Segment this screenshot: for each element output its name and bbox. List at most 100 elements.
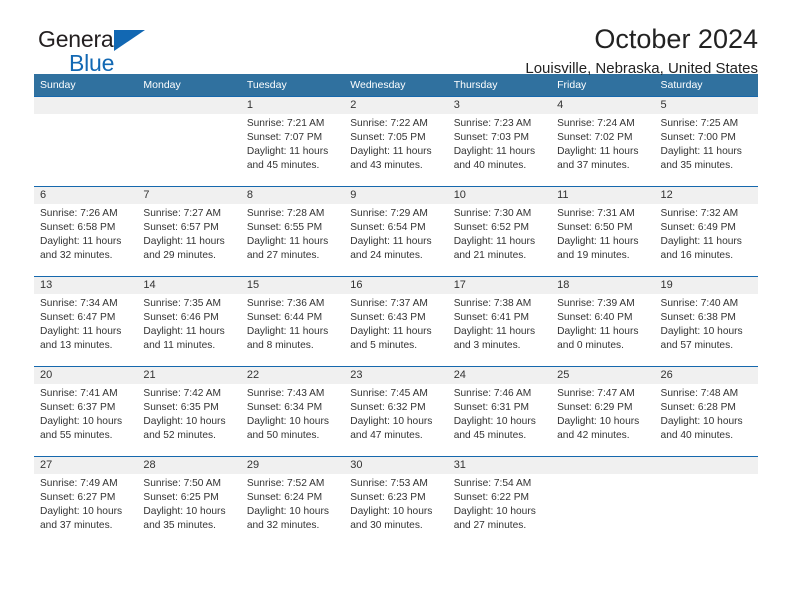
sunrise-text: Sunrise: 7:42 AM [143, 388, 222, 399]
day-details: Sunrise: 7:48 AM Sunset: 6:28 PM Daylight:… [655, 384, 758, 443]
sunrise-text: Sunrise: 7:43 AM [246, 388, 325, 399]
calendar-day-cell[interactable]: 12 Sunrise: 7:32 AM Sunset: 6:49 PM Dayligh… [654, 186, 758, 277]
calendar-day-cell[interactable]: 21 Sunrise: 7:42 AM Sunset: 6:35 PM Dayligh… [137, 366, 241, 457]
calendar-day-cell[interactable]: 31 Sunrise: 7:54 AM Sunset: 6:22 PM Dayligh… [447, 456, 552, 546]
day-details: Sunrise: 7:24 AM Sunset: 7:02 PM Daylight:… [551, 114, 654, 173]
calendar-day-cell[interactable]: 5 Sunrise: 7:25 AM Sunset: 7:00 PM Daylight… [654, 96, 758, 187]
sunset-text: Sunset: 7:00 PM [660, 132, 736, 144]
sunset-text: Sunset: 6:31 PM [453, 402, 530, 414]
calendar-day-cell[interactable]: 19 Sunrise: 7:40 AM Sunset: 6:38 PM Dayligh… [654, 276, 758, 367]
day-details: Sunrise: 7:39 AM Sunset: 6:40 PM Daylight:… [551, 294, 654, 353]
calendar-day-cell[interactable]: 11 Sunrise: 7:31 AM Sunset: 6:50 PM Dayligh… [551, 186, 655, 277]
sunrise-text: Sunrise: 7:46 AM [453, 388, 532, 399]
daylight-text-line1: Daylight: 11 hours [143, 326, 225, 338]
sunset-text: Sunset: 7:07 PM [246, 132, 323, 144]
weekday-header-row: Sunday Monday Tuesday Wednesday Thursday Frid… [34, 74, 758, 97]
calendar-day-cell[interactable]: 18 Sunrise: 7:39 AM Sunset: 6:40 PM Dayligh… [551, 276, 655, 367]
daylight-text-line2: and 24 minutes. [350, 250, 423, 262]
day-number: 3 [447, 97, 552, 114]
sunrise-text: Sunrise: 7:39 AM [557, 298, 635, 309]
daylight-text-line2: and 37 minutes. [40, 520, 113, 532]
daylight-text-line1: Daylight: 10 hours [557, 416, 640, 428]
sunset-text: Sunset: 6:43 PM [350, 312, 426, 324]
daylight-text-line1: Daylight: 10 hours [350, 416, 433, 428]
day-details: Sunrise: 7:50 AM Sunset: 6:25 PM Daylight:… [137, 474, 240, 533]
calendar-day-cell[interactable]: 26 Sunrise: 7:48 AM Sunset: 6:28 PM Dayligh… [654, 366, 758, 457]
calendar-day-cell[interactable]: 20 Sunrise: 7:41 AM Sunset: 6:37 PM Dayligh… [34, 366, 138, 457]
day-number: 19 [654, 277, 758, 294]
calendar-day-cell[interactable]: 23 Sunrise: 7:45 AM Sunset: 6:32 PM Dayligh… [344, 366, 448, 457]
calendar-day-cell[interactable]: 27 Sunrise: 7:49 AM Sunset: 6:27 PM Dayligh… [34, 456, 138, 546]
daylight-text-line2: and 43 minutes. [350, 160, 423, 172]
day-details: Sunrise: 7:42 AM Sunset: 6:35 PM Daylight:… [137, 384, 240, 443]
sunrise-text: Sunrise: 7:34 AM [40, 298, 118, 309]
calendar-day-cell[interactable]: 17 Sunrise: 7:38 AM Sunset: 6:41 PM Dayligh… [447, 276, 552, 367]
daylight-text-line2: and 0 minutes. [557, 340, 624, 352]
calendar-day-cell[interactable]: 22 Sunrise: 7:43 AM Sunset: 6:34 PM Dayligh… [240, 366, 345, 457]
day-number: 8 [240, 187, 345, 204]
calendar-grid: Sunday Monday Tuesday Wednesday Thursday Frid… [34, 74, 758, 546]
day-number: 21 [137, 367, 241, 384]
calendar-day-cell[interactable]: 4 Sunrise: 7:24 AM Sunset: 7:02 PM Daylight… [551, 96, 655, 187]
sunset-text: Sunset: 6:23 PM [350, 492, 426, 504]
calendar-day-cell[interactable]: 10 Sunrise: 7:30 AM Sunset: 6:52 PM Dayligh… [447, 186, 552, 277]
logo-text-blue: Blue [69, 50, 115, 76]
day-number: 18 [551, 277, 655, 294]
day-details: Sunrise: 7:30 AM Sunset: 6:52 PM Daylight:… [448, 204, 551, 263]
sunset-text: Sunset: 6:44 PM [246, 312, 323, 324]
day-details: Sunrise: 7:31 AM Sunset: 6:50 PM Daylight:… [551, 204, 654, 263]
logo-triangle-icon [114, 30, 145, 51]
daylight-text-line2: and 27 minutes. [453, 520, 527, 532]
daylight-text-line1: Daylight: 10 hours [453, 506, 536, 518]
daylight-text-line2: and 19 minutes. [557, 250, 630, 262]
general-blue-logo[interactable]: General Blue [38, 28, 218, 76]
calendar-day-cell[interactable]: 9 Sunrise: 7:29 AM Sunset: 6:54 PM Daylight… [344, 186, 448, 277]
sunset-text: Sunset: 6:46 PM [143, 312, 219, 324]
sunset-text: Sunset: 6:40 PM [557, 312, 633, 324]
calendar-day-cell[interactable]: 29 Sunrise: 7:52 AM Sunset: 6:24 PM Dayligh… [240, 456, 345, 546]
daylight-text-line2: and 57 minutes. [660, 340, 734, 352]
calendar-day-cell[interactable]: 6 Sunrise: 7:26 AM Sunset: 6:58 PM Daylight… [34, 186, 138, 277]
day-number [551, 457, 655, 474]
calendar-day-cell[interactable]: 25 Sunrise: 7:47 AM Sunset: 6:29 PM Dayligh… [551, 366, 655, 457]
calendar-day-cell[interactable]: 15 Sunrise: 7:36 AM Sunset: 6:44 PM Dayligh… [240, 276, 345, 367]
calendar-day-cell[interactable]: 3 Sunrise: 7:23 AM Sunset: 7:03 PM Daylight… [447, 96, 552, 187]
calendar-day-cell[interactable]: 13 Sunrise: 7:34 AM Sunset: 6:47 PM Dayligh… [34, 276, 138, 367]
sunrise-text: Sunrise: 7:29 AM [350, 208, 428, 219]
calendar-body: 1 Sunrise: 7:21 AM Sunset: 7:07 PM Daylight… [34, 96, 758, 546]
sunset-text: Sunset: 6:49 PM [660, 222, 736, 234]
daylight-text-line2: and 47 minutes. [350, 430, 423, 442]
daylight-text-line2: and 37 minutes. [557, 160, 630, 172]
sunrise-text: Sunrise: 7:35 AM [143, 298, 222, 309]
sunset-text: Sunset: 6:47 PM [40, 312, 116, 324]
day-number: 7 [137, 187, 241, 204]
calendar-day-cell[interactable]: 16 Sunrise: 7:37 AM Sunset: 6:43 PM Dayligh… [344, 276, 448, 367]
calendar-day-cell[interactable]: 14 Sunrise: 7:35 AM Sunset: 6:46 PM Dayligh… [137, 276, 241, 367]
daylight-text-line2: and 30 minutes. [350, 520, 423, 532]
day-number: 26 [654, 367, 758, 384]
calendar-day-cell[interactable]: 30 Sunrise: 7:53 AM Sunset: 6:23 PM Dayligh… [344, 456, 448, 546]
sunset-text: Sunset: 6:35 PM [143, 402, 219, 414]
calendar-day-cell[interactable]: 28 Sunrise: 7:50 AM Sunset: 6:25 PM Dayligh… [137, 456, 241, 546]
calendar-day-cell[interactable]: 7 Sunrise: 7:27 AM Sunset: 6:57 PM Daylight… [137, 186, 241, 277]
sunset-text: Sunset: 6:54 PM [350, 222, 426, 234]
daylight-text-line2: and 16 minutes. [660, 250, 734, 262]
calendar-day-cell[interactable]: 1 Sunrise: 7:21 AM Sunset: 7:07 PM Daylight… [240, 96, 345, 187]
sunrise-text: Sunrise: 7:25 AM [660, 118, 739, 129]
calendar-day-cell[interactable]: 2 Sunrise: 7:22 AM Sunset: 7:05 PM Daylight… [344, 96, 448, 187]
sunrise-text: Sunrise: 7:53 AM [350, 478, 428, 489]
calendar-day-cell[interactable]: 24 Sunrise: 7:46 AM Sunset: 6:31 PM Dayligh… [447, 366, 552, 457]
weekday-header-thursday: Thursday [447, 74, 552, 97]
day-number: 24 [447, 367, 552, 384]
daylight-text-line1: Daylight: 10 hours [143, 506, 226, 518]
day-details: Sunrise: 7:53 AM Sunset: 6:23 PM Daylight:… [344, 474, 447, 533]
daylight-text-line2: and 40 minutes. [453, 160, 527, 172]
calendar-day-cell[interactable]: 8 Sunrise: 7:28 AM Sunset: 6:55 PM Daylight… [240, 186, 345, 277]
logo-text-general-label: General [38, 26, 119, 52]
sunset-text: Sunset: 6:50 PM [557, 222, 633, 234]
daylight-text-line1: Daylight: 11 hours [246, 236, 329, 248]
day-number: 23 [344, 367, 448, 384]
day-number: 13 [34, 277, 138, 294]
daylight-text-line2: and 8 minutes. [246, 340, 314, 352]
daylight-text-line1: Daylight: 10 hours [350, 506, 433, 518]
